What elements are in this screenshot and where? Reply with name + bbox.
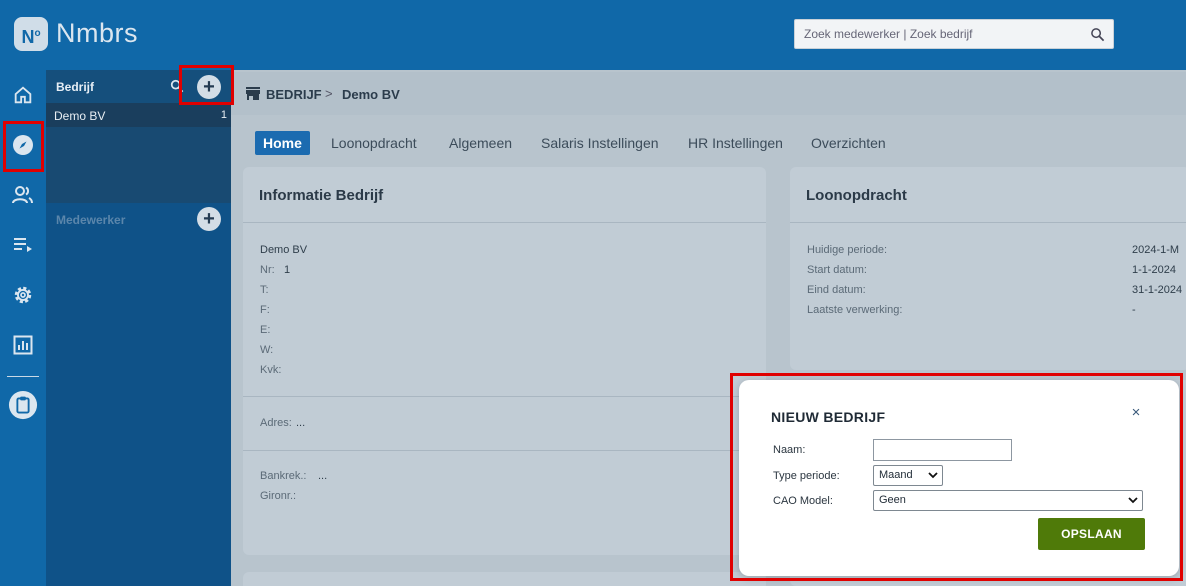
info-card: Informatie Bedrijf Demo BV Nr: 1 T: F: E… [243, 167, 766, 555]
divider [243, 450, 766, 451]
add-employee-button[interactable]: + [197, 207, 221, 231]
search-icon[interactable] [1090, 27, 1105, 42]
divider [243, 222, 766, 223]
start-date-label: Start datum: [807, 264, 867, 276]
store-icon [246, 87, 260, 100]
bank-account-value: ... [318, 470, 328, 482]
tab-home[interactable]: Home [255, 131, 310, 155]
last-processing-value: - [1132, 304, 1136, 316]
current-period-label: Huidige periode: [807, 244, 888, 256]
address-label: Adres: [260, 417, 292, 429]
tab-overzichten[interactable]: Overzichten [811, 131, 886, 155]
last-processing-label: Laatste verwerking: [807, 304, 903, 316]
home-icon[interactable] [8, 80, 38, 110]
highlight-box [179, 65, 234, 105]
clipboard-icon[interactable] [8, 390, 38, 420]
rail-divider [7, 376, 39, 377]
company-name-value: Demo BV [260, 244, 308, 256]
tab-salaris-instellingen[interactable]: Salaris Instellingen [541, 131, 659, 155]
highlight-box [3, 121, 44, 172]
address-value: ... [296, 417, 306, 429]
top-header: No Nmbrs [0, 0, 1186, 70]
divider [790, 222, 1186, 223]
company-list-item[interactable]: Demo BV 1 [46, 103, 231, 127]
nr-value: 1 [284, 264, 291, 276]
tab-algemeen[interactable]: Algemeen [449, 131, 512, 155]
kvk-label: Kvk: [260, 364, 282, 376]
highlight-box [730, 373, 1183, 581]
search-input[interactable] [795, 20, 1075, 48]
company-section-title: Bedrijf [56, 80, 95, 94]
giro-label: Gironr.: [260, 490, 297, 502]
info-card-title: Informatie Bedrijf [259, 187, 384, 204]
bar-chart-icon[interactable] [8, 330, 38, 360]
company-sidebar: Bedrijf + Demo BV 1 Medewerker + [46, 70, 231, 586]
payroll-card-title: Loonopdracht [806, 187, 907, 204]
company-list-area [46, 127, 231, 203]
bottom-card [243, 572, 766, 586]
divider [243, 396, 766, 397]
tab-loonopdracht[interactable]: Loonopdracht [331, 131, 417, 155]
breadcrumb: BEDRIJF > Demo BV [231, 72, 1186, 115]
company-name: Demo BV [54, 109, 106, 123]
website-label: W: [260, 344, 274, 356]
payroll-card: Loonopdracht Huidige periode: 2024-1-M S… [790, 167, 1186, 370]
gear-icon[interactable] [8, 280, 38, 310]
employee-section-title: Medewerker [56, 213, 126, 227]
breadcrumb-root[interactable]: BEDRIJF [266, 87, 322, 102]
tab-bar: Home Loonopdracht Algemeen Salaris Inste… [231, 115, 1186, 163]
logo[interactable]: No [14, 17, 48, 51]
tab-hr-instellingen[interactable]: HR Instellingen [688, 131, 783, 155]
users-icon[interactable] [8, 180, 38, 210]
fax-label: F: [260, 304, 270, 316]
phone-label: T: [260, 284, 269, 296]
current-period-value: 2024-1-M [1132, 244, 1180, 256]
end-date-value: 31-1-2024 [1132, 284, 1183, 296]
app-name: Nmbrs [56, 18, 138, 48]
start-date-value: 1-1-2024 [1132, 264, 1177, 276]
nr-label: Nr: [260, 264, 275, 276]
global-search[interactable] [794, 19, 1114, 49]
playlist-icon[interactable] [8, 230, 38, 260]
company-count: 1 [220, 109, 227, 121]
chevron-right-icon: > [325, 86, 333, 101]
bank-account-label: Bankrek.: [260, 470, 307, 482]
end-date-label: Eind datum: [807, 284, 866, 296]
email-label: E: [260, 324, 271, 336]
breadcrumb-current: Demo BV [342, 87, 400, 102]
